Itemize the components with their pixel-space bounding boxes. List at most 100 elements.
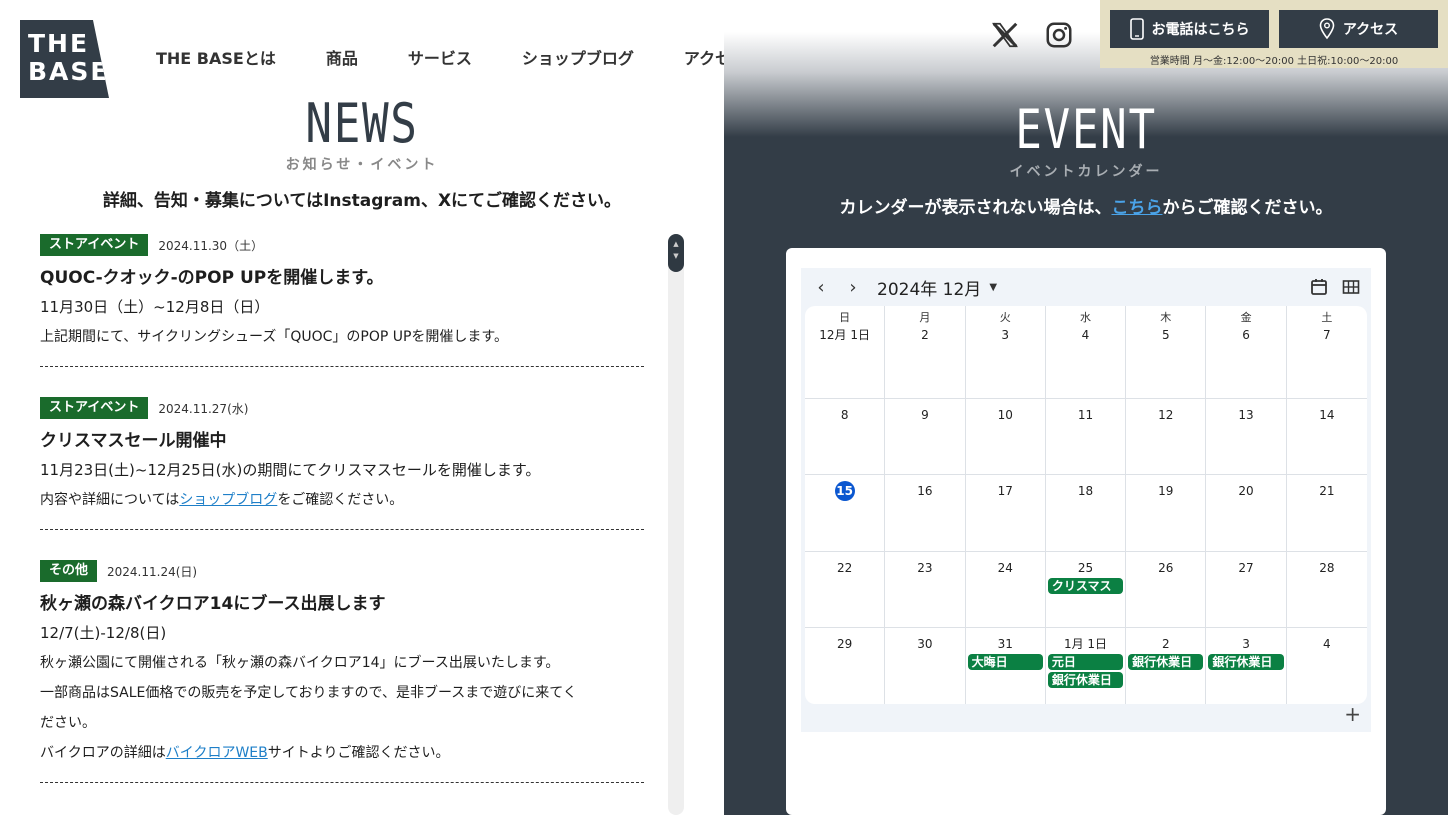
calendar-day-cell[interactable]: 木5: [1126, 306, 1207, 399]
date-number[interactable]: 16: [917, 483, 932, 499]
calendar-day-cell[interactable]: 27: [1206, 552, 1287, 628]
date-number[interactable]: 5: [1162, 327, 1170, 343]
date-number[interactable]: 7: [1323, 327, 1331, 343]
date-number[interactable]: 23: [917, 560, 932, 576]
date-number[interactable]: 6: [1242, 327, 1250, 343]
shop-blog-link[interactable]: ショップブログ: [179, 492, 277, 508]
news-scrollbar-thumb[interactable]: ▲ ▼: [668, 234, 684, 272]
calendar-day-cell[interactable]: 26: [1126, 552, 1207, 628]
date-number[interactable]: 31: [998, 636, 1013, 652]
calendar-day-cell[interactable]: 19: [1126, 475, 1207, 552]
instagram-icon[interactable]: [1044, 20, 1074, 50]
date-number[interactable]: 12月 1日: [819, 327, 870, 343]
date-number[interactable]: 24: [998, 560, 1013, 576]
calendar-day-cell[interactable]: 16: [885, 475, 966, 552]
calendar-day-cell[interactable]: 29: [805, 628, 886, 704]
calendar-day-cell[interactable]: 13: [1206, 399, 1287, 475]
date-number[interactable]: 18: [1078, 483, 1093, 499]
calendar-event-chip[interactable]: 元日: [1047, 654, 1124, 670]
nav-products[interactable]: 商品: [326, 45, 358, 69]
calendar-day-cell[interactable]: 17: [965, 475, 1046, 552]
calendar-day-cell[interactable]: 15: [805, 475, 886, 552]
calendar-day-cell[interactable]: 30: [885, 628, 966, 704]
prev-month-chevron-icon[interactable]: ‹: [805, 277, 837, 298]
date-number[interactable]: 8: [841, 407, 849, 423]
nav-about[interactable]: THE BASEとは: [156, 45, 276, 69]
date-number[interactable]: 27: [1238, 560, 1253, 576]
date-number[interactable]: 30: [917, 636, 932, 652]
calendar-day-cell[interactable]: 4: [1287, 628, 1367, 704]
month-grid-icon[interactable]: [1342, 278, 1360, 296]
date-number[interactable]: 22: [837, 560, 852, 576]
calendar-event-chip[interactable]: クリスマス: [1047, 578, 1124, 594]
date-number[interactable]: 20: [1238, 483, 1253, 499]
date-number[interactable]: 9: [921, 407, 929, 423]
calendar-day-cell[interactable]: 25 クリスマス: [1045, 552, 1127, 628]
date-number[interactable]: 4: [1323, 636, 1331, 652]
calendar-day-cell[interactable]: 22: [805, 552, 886, 628]
calendar-day-cell[interactable]: 20: [1206, 475, 1287, 552]
date-number[interactable]: 25: [1078, 560, 1093, 576]
add-calendar-plus-icon[interactable]: +: [1344, 702, 1361, 726]
calendar-day-cell[interactable]: 水4: [1045, 306, 1127, 399]
date-number[interactable]: 28: [1319, 560, 1334, 576]
calendar-day-cell[interactable]: 月2: [885, 306, 966, 399]
calendar-month-label[interactable]: 2024年 12月: [877, 275, 981, 300]
calendar-event-chip[interactable]: 大晦日: [967, 654, 1043, 670]
calendar-day-cell[interactable]: 9: [885, 399, 966, 475]
date-number[interactable]: 17: [998, 483, 1013, 499]
calendar-day-cell[interactable]: 14: [1286, 399, 1367, 475]
next-month-chevron-icon[interactable]: ›: [837, 277, 869, 298]
calendar-day-cell[interactable]: 2 銀行休業日: [1126, 628, 1207, 704]
today-date-number[interactable]: 15: [834, 481, 855, 501]
date-number[interactable]: 13: [1238, 407, 1253, 423]
calendar-day-cell[interactable]: 3 銀行休業日: [1206, 628, 1287, 704]
calendar-day-cell[interactable]: 1月 1日元日銀行休業日: [1046, 628, 1127, 704]
calendar-event-chip[interactable]: 銀行休業日: [1128, 654, 1204, 670]
x-icon[interactable]: [990, 20, 1020, 50]
news-scrollbar-track[interactable]: [668, 234, 684, 815]
news-date: 2024.11.24(日): [107, 564, 198, 579]
calendar-day-cell[interactable]: 8: [805, 399, 886, 475]
calendar-day-cell[interactable]: 10: [965, 399, 1046, 475]
calendar-event-chip[interactable]: 銀行休業日: [1208, 654, 1284, 670]
logo-line-1: THE: [28, 29, 90, 58]
calendar-day-cell[interactable]: 18: [1045, 475, 1127, 552]
calendar-day-cell[interactable]: 23: [885, 552, 966, 628]
calendar-fallback-link[interactable]: こちら: [1112, 198, 1163, 218]
date-number[interactable]: 1月 1日: [1064, 636, 1107, 652]
calendar-day-cell[interactable]: 24: [965, 552, 1046, 628]
date-number[interactable]: 19: [1158, 483, 1173, 499]
date-number[interactable]: 12: [1158, 407, 1173, 423]
calendar-day-cell[interactable]: 28: [1286, 552, 1367, 628]
date-number[interactable]: 14: [1319, 407, 1334, 423]
month-dropdown-caret-icon[interactable]: ▼: [989, 282, 997, 293]
date-number[interactable]: 11: [1078, 407, 1093, 423]
date-number[interactable]: 10: [998, 407, 1013, 423]
phone-button[interactable]: お電話はこちら: [1110, 10, 1269, 48]
date-number[interactable]: 2: [1162, 636, 1170, 652]
calendar-day-cell[interactable]: 土7: [1286, 306, 1367, 399]
calendar-view-icon[interactable]: [1310, 278, 1328, 296]
calendar-day-cell[interactable]: 11: [1045, 399, 1127, 475]
date-number[interactable]: 26: [1158, 560, 1173, 576]
date-number[interactable]: 2: [921, 327, 929, 343]
access-button[interactable]: アクセス: [1279, 10, 1438, 48]
calendar-day-cell[interactable]: 31 大晦日: [966, 628, 1046, 704]
calendar-day-cell[interactable]: 21: [1286, 475, 1367, 552]
date-number[interactable]: 29: [837, 636, 852, 652]
nav-shop-blog[interactable]: ショップブログ: [522, 45, 634, 69]
date-number[interactable]: 4: [1082, 327, 1090, 343]
calendar-day-cell[interactable]: 12: [1126, 399, 1207, 475]
nav-services[interactable]: サービス: [408, 45, 472, 69]
calendar-day-cell[interactable]: 日 12月 1日: [805, 306, 886, 399]
calendar-day-cell[interactable]: 金6: [1206, 306, 1287, 399]
date-number[interactable]: 3: [1001, 327, 1009, 343]
bikeroa-web-link[interactable]: バイクロアWEB: [166, 745, 268, 761]
date-number[interactable]: 21: [1319, 483, 1334, 499]
calendar-event-chip[interactable]: 銀行休業日: [1047, 672, 1124, 688]
site-logo[interactable]: THE BASE: [20, 20, 109, 98]
calendar-day-cell[interactable]: 火3: [965, 306, 1046, 399]
news-note: 詳細、告知・募集についてはInstagram、Xにてご確認ください。: [102, 191, 622, 211]
date-number[interactable]: 3: [1242, 636, 1250, 652]
